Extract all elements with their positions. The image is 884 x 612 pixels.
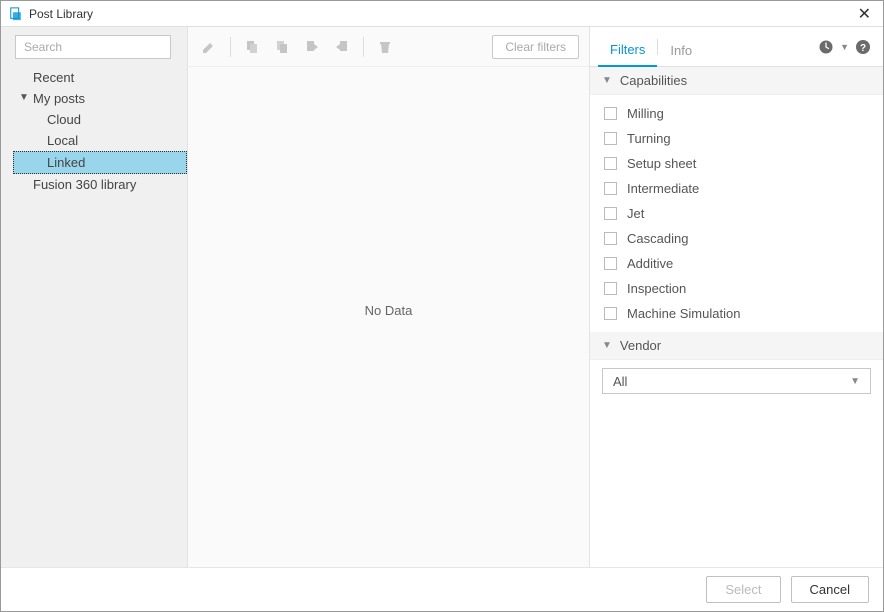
dropdown-icon[interactable]: ▼: [840, 42, 849, 52]
tree-item-recent[interactable]: Recent: [1, 67, 187, 88]
capability-row-turning[interactable]: Turning: [590, 126, 883, 151]
delete-icon[interactable]: [374, 36, 396, 58]
select-button[interactable]: Select: [706, 576, 780, 603]
checkbox[interactable]: [604, 257, 617, 270]
capability-row-jet[interactable]: Jet: [590, 201, 883, 226]
tree-item-label: My posts: [33, 91, 85, 106]
help-icon[interactable]: ?: [855, 39, 871, 55]
vendor-selected: All: [613, 374, 627, 389]
capability-label: Intermediate: [627, 181, 699, 196]
toolbar-separator: [363, 37, 364, 57]
capability-label: Milling: [627, 106, 664, 121]
checkbox[interactable]: [604, 157, 617, 170]
capability-label: Jet: [627, 206, 644, 221]
tree-item-label: Local: [47, 133, 78, 148]
tree-item-fusion-360-library[interactable]: Fusion 360 library: [1, 174, 187, 195]
edit-icon[interactable]: [198, 36, 220, 58]
collapse-icon: ▼: [602, 75, 612, 86]
checkbox[interactable]: [604, 182, 617, 195]
titlebar: Post Library ✕: [1, 1, 883, 27]
capability-label: Additive: [627, 256, 673, 271]
capabilities-title: Capabilities: [620, 73, 687, 88]
capability-row-setup-sheet[interactable]: Setup sheet: [590, 151, 883, 176]
checkbox[interactable]: [604, 107, 617, 120]
copy-icon[interactable]: [241, 36, 263, 58]
capability-label: Setup sheet: [627, 156, 696, 171]
checkbox[interactable]: [604, 307, 617, 320]
capability-row-milling[interactable]: Milling: [590, 101, 883, 126]
right-panel: FiltersInfo ▼ ? ▼ Capabilities Milling Tu…: [589, 27, 883, 567]
app-icon: [9, 7, 23, 21]
tree-item-linked[interactable]: Linked: [13, 151, 187, 174]
capability-row-cascading[interactable]: Cascading: [590, 226, 883, 251]
capability-row-machine-simulation[interactable]: Machine Simulation: [590, 301, 883, 326]
search-input[interactable]: [15, 35, 171, 59]
tree-item-cloud[interactable]: Cloud: [1, 109, 187, 130]
toolbar-separator: [230, 37, 231, 57]
capability-label: Inspection: [627, 281, 686, 296]
tree-item-my-posts[interactable]: ▼ My posts: [1, 88, 187, 109]
vendor-section-header[interactable]: ▼ Vendor: [590, 332, 883, 360]
window-title: Post Library: [29, 7, 854, 21]
capability-row-inspection[interactable]: Inspection: [590, 276, 883, 301]
right-panel-header: FiltersInfo ▼ ?: [590, 27, 883, 67]
checkbox[interactable]: [604, 232, 617, 245]
vendor-title: Vendor: [620, 338, 661, 353]
import-icon[interactable]: [301, 36, 323, 58]
toolbar: Clear filters: [188, 27, 589, 67]
checkbox[interactable]: [604, 132, 617, 145]
export-icon[interactable]: [331, 36, 353, 58]
capability-label: Cascading: [627, 231, 688, 246]
svg-text:?: ?: [860, 43, 866, 54]
tree-item-label: Recent: [33, 70, 74, 85]
tab-filters[interactable]: Filters: [598, 32, 657, 67]
cancel-button[interactable]: Cancel: [791, 576, 869, 603]
clock-icon[interactable]: [818, 39, 834, 55]
no-data-message: No Data: [188, 67, 589, 567]
left-panel: Recent ▼ My posts Cloud Local Linked Fusion 36…: [1, 27, 188, 567]
tree-item-label: Linked: [47, 155, 85, 170]
capabilities-section-header[interactable]: ▼ Capabilities: [590, 67, 883, 95]
clear-filters-button[interactable]: Clear filters: [492, 35, 579, 59]
checkbox[interactable]: [604, 282, 617, 295]
capability-label: Machine Simulation: [627, 306, 740, 321]
tree-item-label: Fusion 360 library: [33, 177, 136, 192]
paste-icon[interactable]: [271, 36, 293, 58]
capability-label: Turning: [627, 131, 671, 146]
main-panel: Clear filters No Data: [188, 27, 589, 567]
footer: Select Cancel: [1, 567, 883, 611]
close-button[interactable]: ✕: [854, 4, 875, 24]
tree: Recent ▼ My posts Cloud Local Linked Fusion 36…: [1, 67, 187, 195]
tree-item-label: Cloud: [47, 112, 81, 127]
collapse-icon: ▼: [602, 340, 612, 351]
tab-info[interactable]: Info: [658, 33, 704, 66]
expand-icon[interactable]: ▼: [19, 92, 29, 103]
tree-item-local[interactable]: Local: [1, 130, 187, 151]
checkbox[interactable]: [604, 207, 617, 220]
capability-row-additive[interactable]: Additive: [590, 251, 883, 276]
chevron-down-icon: ▼: [850, 376, 860, 387]
capability-row-intermediate[interactable]: Intermediate: [590, 176, 883, 201]
vendor-select[interactable]: All ▼: [602, 368, 871, 394]
